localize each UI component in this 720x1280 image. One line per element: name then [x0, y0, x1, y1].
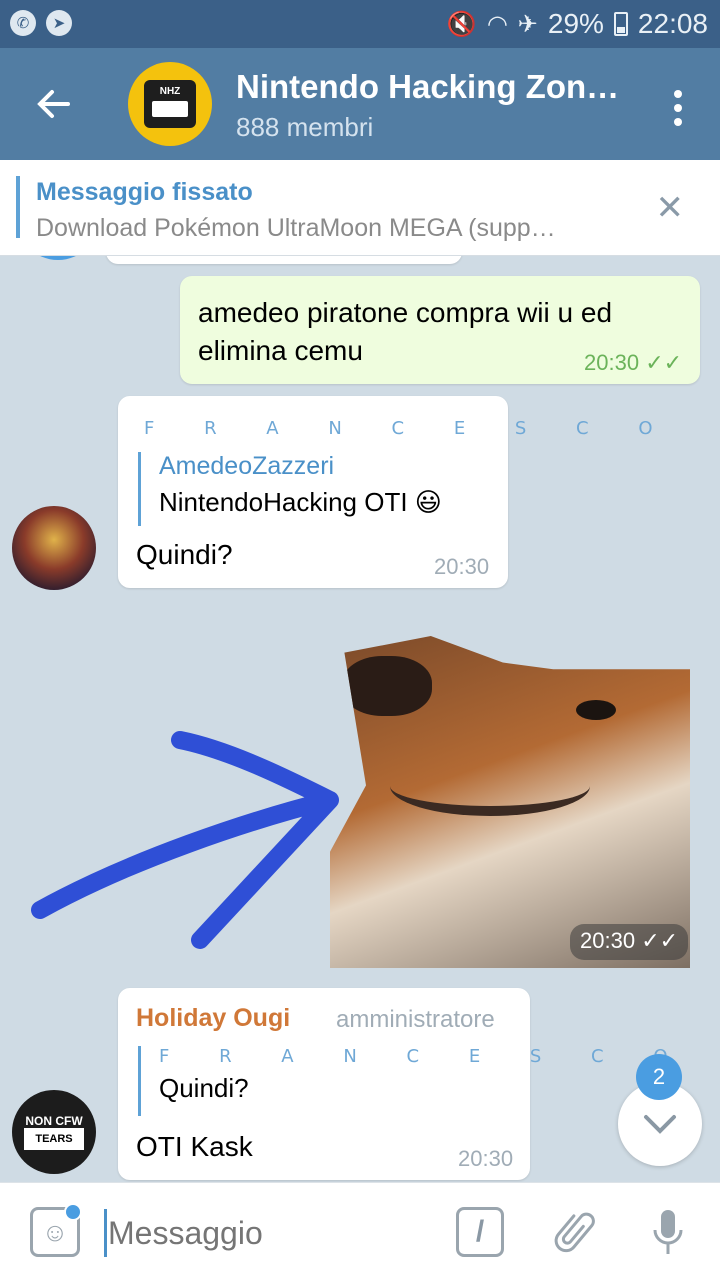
status-bar: ✆ ➤ 🔇 ◠ ✈ 29% 22:08 [0, 0, 720, 48]
clock: 22:08 [637, 8, 708, 39]
incoming-message-admin[interactable]: Holiday Ougi amministratore F R A N C E … [118, 988, 668, 1180]
incoming-message[interactable]: F R A N C E S C O AmedeoZazzeri Nintendo… [118, 396, 653, 588]
nhz-logo-icon: NHZ [144, 80, 196, 128]
message-time: 20:30 [458, 1146, 514, 1171]
reply-sender: AmedeoZazzeri [159, 452, 335, 480]
bot-command-icon[interactable]: / [456, 1207, 504, 1257]
reply-quote[interactable]: AmedeoZazzeri NintendoHacking OTI 😃 [138, 452, 442, 526]
chat-header: NHZ Nintendo Hacking Zon… 888 membri [0, 48, 720, 160]
reply-sender: F R A N C E S C O [159, 1046, 690, 1067]
reply-text: Quindi? [159, 1073, 249, 1103]
back-arrow-icon[interactable] [34, 84, 74, 131]
chat-area: amedeo piratone compra wii u ed elimina … [0, 256, 720, 1182]
notification-dot [64, 1203, 82, 1221]
message-time: 20:30 ✓✓ [584, 350, 683, 375]
text-caret [104, 1209, 107, 1257]
more-menu-icon[interactable] [672, 88, 684, 128]
reply-text: NintendoHacking OTI 😃 [159, 487, 442, 517]
pinned-message-bar[interactable]: Messaggio fissato Download Pokémon Ultra… [0, 160, 720, 256]
close-icon[interactable]: ✕ [656, 188, 685, 228]
airplane-icon: ✈ [517, 10, 538, 38]
outgoing-message[interactable]: amedeo piratone compra wii u ed elimina … [180, 276, 700, 384]
attach-icon[interactable] [545, 1200, 608, 1264]
admin-avatar[interactable]: NON CFW TEARS [12, 1090, 96, 1174]
member-count: 888 membri [236, 112, 374, 142]
pinned-title: Messaggio fissato [36, 178, 253, 206]
dog-sticker[interactable] [330, 636, 690, 968]
double-check-icon: ✓✓ [645, 350, 683, 375]
sender-name[interactable]: F R A N C E S C O [144, 418, 675, 439]
message-time: 20:30 [434, 554, 490, 579]
pinned-accent-bar [16, 176, 20, 238]
previous-message-bubble[interactable] [106, 256, 462, 264]
chat-title[interactable]: Nintendo Hacking Zon… [236, 68, 619, 106]
previous-avatar[interactable] [16, 256, 100, 260]
unread-badge[interactable]: 2 [636, 1054, 682, 1100]
sender-avatar[interactable] [12, 506, 96, 590]
message-input[interactable] [108, 1209, 428, 1257]
reply-quote[interactable]: F R A N C E S C O Quindi? [138, 1046, 690, 1116]
whatsapp-icon: ✆ [10, 10, 36, 36]
arrow-drawing [31, 731, 339, 949]
battery-percent: 29% [547, 8, 604, 39]
sticker-time: 20:30 ✓✓ [570, 924, 689, 960]
wifi-icon: ◠ [486, 10, 508, 38]
message-text: OTI Kask [136, 1131, 253, 1162]
battery-icon [613, 12, 628, 36]
microphone-icon[interactable] [648, 1207, 688, 1259]
message-text: Quindi? [136, 539, 233, 570]
admin-label: amministratore [336, 1006, 495, 1033]
mute-icon: 🔇 [446, 10, 477, 38]
double-check-icon: ✓✓ [641, 928, 679, 953]
pinned-text: Download Pokémon UltraMoon MEGA (supp… [36, 214, 556, 242]
telegram-icon: ➤ [46, 10, 72, 36]
message-input-bar: ☺ / [0, 1182, 720, 1280]
group-avatar[interactable]: NHZ [128, 62, 212, 146]
sender-name[interactable]: Holiday Ougi [136, 1004, 290, 1033]
